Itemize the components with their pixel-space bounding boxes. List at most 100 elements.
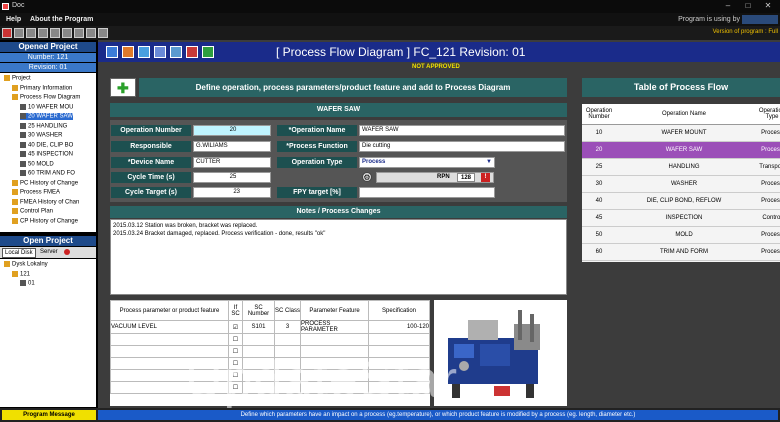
add-operation-button[interactable]: ✚ bbox=[110, 78, 136, 97]
folder-icon bbox=[12, 189, 18, 195]
tool-export-icon[interactable] bbox=[74, 28, 84, 38]
col-op-number: Operation Number bbox=[582, 104, 616, 125]
tree-item-label: Project bbox=[12, 75, 31, 82]
sc-checkbox[interactable]: ☑ bbox=[228, 320, 243, 334]
tree-item[interactable]: PC History of Change bbox=[12, 179, 78, 186]
user-label: Program is using by bbox=[678, 16, 740, 23]
disconnect-icon[interactable] bbox=[64, 249, 70, 255]
table-row[interactable]: 10WAFER MOUNTProcess bbox=[582, 124, 780, 142]
fpy-field[interactable] bbox=[359, 187, 495, 198]
table-row[interactable]: ☐ bbox=[110, 333, 430, 346]
tree-item[interactable]: 10 WAFER MOU bbox=[20, 103, 74, 111]
maximize-button[interactable]: □ bbox=[738, 1, 758, 11]
table-row[interactable]: ☐ bbox=[110, 345, 430, 358]
table-row[interactable]: 40DIE, CLIP BOND, REFLOWProcess bbox=[582, 192, 780, 210]
tool-close-icon[interactable] bbox=[2, 28, 12, 38]
server-button[interactable]: Server bbox=[40, 249, 58, 255]
tree-item[interactable]: 20 WAFER SAW bbox=[20, 113, 73, 120]
tool-save-icon[interactable] bbox=[26, 28, 36, 38]
menu-about[interactable]: About the Program bbox=[30, 16, 93, 23]
sc-checkbox[interactable]: ☐ bbox=[228, 369, 243, 382]
table-row[interactable]: 45 INSPECTION Control bbox=[582, 209, 780, 227]
table-row[interactable]: 30WASHERProcess bbox=[582, 175, 780, 193]
cell-op-name: WAFER SAW bbox=[616, 141, 752, 159]
parameters-table: Process parameter or product feature If … bbox=[110, 300, 430, 394]
sc-checkbox[interactable]: ☐ bbox=[228, 345, 243, 358]
cell-op-name: WAFER MOUNT bbox=[616, 124, 752, 142]
grid-icon[interactable] bbox=[170, 46, 182, 58]
table-row[interactable]: VACUUM LEVEL ☑ S101 3 PROCESS PARAMETER … bbox=[110, 320, 430, 334]
menu-help[interactable]: Help bbox=[6, 16, 21, 23]
open-project-tree: Dysk Lokalny 121 01 bbox=[0, 259, 96, 407]
close-button[interactable]: ✕ bbox=[758, 1, 778, 11]
print-icon[interactable] bbox=[154, 46, 166, 58]
tree-item[interactable]: Control Plan bbox=[12, 208, 53, 215]
table-row[interactable]: ☐ bbox=[110, 369, 430, 382]
tree-item[interactable]: 25 HANDLING bbox=[20, 122, 67, 129]
notes-textarea[interactable]: 2015.03.12 Station was broken, bracket w… bbox=[110, 219, 567, 295]
tree-item[interactable]: FMEA History of Chan bbox=[12, 198, 79, 205]
cycle-time-field[interactable]: 25 bbox=[193, 172, 271, 183]
tree-item[interactable]: Dysk Lokalny bbox=[4, 261, 48, 268]
program-message-button[interactable]: Program Message bbox=[2, 410, 96, 420]
tool-settings-icon[interactable] bbox=[98, 28, 108, 38]
operation-number-field[interactable]: 20 bbox=[193, 125, 271, 136]
cell-parameter-feature: PROCESS PARAMETER bbox=[300, 320, 369, 334]
tree-item[interactable]: 50 MOLD bbox=[20, 160, 54, 168]
tree-item[interactable]: 40 DIE, CLIP BO bbox=[20, 141, 74, 149]
delete-icon[interactable] bbox=[186, 46, 198, 58]
tree-item[interactable]: Primary Information bbox=[12, 84, 72, 91]
tool-open-icon[interactable] bbox=[14, 28, 24, 38]
excel-icon[interactable] bbox=[202, 46, 214, 58]
cell-op-type: Process bbox=[752, 175, 780, 193]
process-function-field[interactable]: Die cutting bbox=[359, 141, 565, 152]
cell-op-number: 20 bbox=[582, 141, 616, 159]
device-name-field[interactable]: CUTTER bbox=[193, 157, 271, 168]
tree-item[interactable]: Process Flow Diagram bbox=[12, 94, 80, 101]
col-parameter: Process parameter or product feature bbox=[110, 300, 229, 321]
tree-item-label: 40 DIE, CLIP BO bbox=[28, 142, 74, 149]
tool-print-icon[interactable] bbox=[38, 28, 48, 38]
sc-checkbox[interactable]: ☐ bbox=[228, 357, 243, 370]
table-row[interactable]: ☐ bbox=[110, 381, 430, 394]
tree-item[interactable]: Project bbox=[4, 75, 31, 82]
table-row[interactable]: 20WAFER SAWProcess bbox=[582, 141, 780, 159]
operation-name-field[interactable]: WAFER SAW bbox=[359, 125, 565, 136]
sc-checkbox[interactable]: ☐ bbox=[228, 381, 243, 394]
flow-icon[interactable] bbox=[106, 46, 118, 58]
tree-item-label: 50 MOLD bbox=[28, 161, 54, 168]
table-row[interactable]: ☐ bbox=[110, 357, 430, 370]
gear-icon[interactable]: ⚙ bbox=[362, 172, 372, 182]
minimize-button[interactable]: – bbox=[718, 1, 738, 11]
local-disk-button[interactable]: Local Disk bbox=[2, 248, 36, 258]
tool-copy-icon[interactable] bbox=[50, 28, 60, 38]
tree-item[interactable]: Process FMEA bbox=[12, 189, 60, 196]
cell-op-name: MOLD bbox=[616, 226, 752, 244]
responsible-field[interactable]: G.WILIAMS bbox=[193, 141, 271, 152]
cycle-target-field[interactable]: 23 bbox=[193, 187, 271, 198]
save-icon[interactable] bbox=[138, 46, 150, 58]
tree-item[interactable]: 121 bbox=[12, 270, 30, 277]
tree-item[interactable]: 60 TRIM AND FO bbox=[20, 170, 75, 177]
tree-item[interactable]: 30 WASHER bbox=[20, 132, 62, 139]
chart-icon[interactable] bbox=[122, 46, 134, 58]
table-row[interactable]: 25HANDLINGTransport bbox=[582, 158, 780, 176]
operation-type-select[interactable]: Process ▼ bbox=[359, 157, 495, 168]
tree-item-label: 20 WAFER SAW bbox=[28, 113, 73, 120]
flow-table-title: Table of Process Flow bbox=[582, 78, 780, 97]
machine-image bbox=[448, 310, 540, 398]
alert-icon[interactable]: ! bbox=[481, 173, 490, 182]
tree-item[interactable]: CP History of Change bbox=[12, 217, 78, 224]
tool-check-icon[interactable] bbox=[86, 28, 96, 38]
tree-item-label: 10 WAFER MOU bbox=[28, 104, 74, 111]
flow-table: Operation Number Operation Name Operatio… bbox=[582, 104, 780, 261]
cell-op-number: 45 bbox=[582, 209, 616, 227]
tree-item[interactable]: 45 INSPECTION bbox=[20, 151, 73, 158]
table-row[interactable]: 60TRIM AND FORMProcess bbox=[582, 243, 780, 261]
tool-paste-icon[interactable] bbox=[62, 28, 72, 38]
sc-checkbox[interactable]: ☐ bbox=[228, 333, 243, 346]
tree-item-label: Process Flow Diagram bbox=[20, 94, 81, 101]
tree-item[interactable]: 01 bbox=[20, 280, 35, 287]
gear-icon bbox=[20, 113, 26, 119]
table-row[interactable]: 50MOLDProcess bbox=[582, 226, 780, 244]
